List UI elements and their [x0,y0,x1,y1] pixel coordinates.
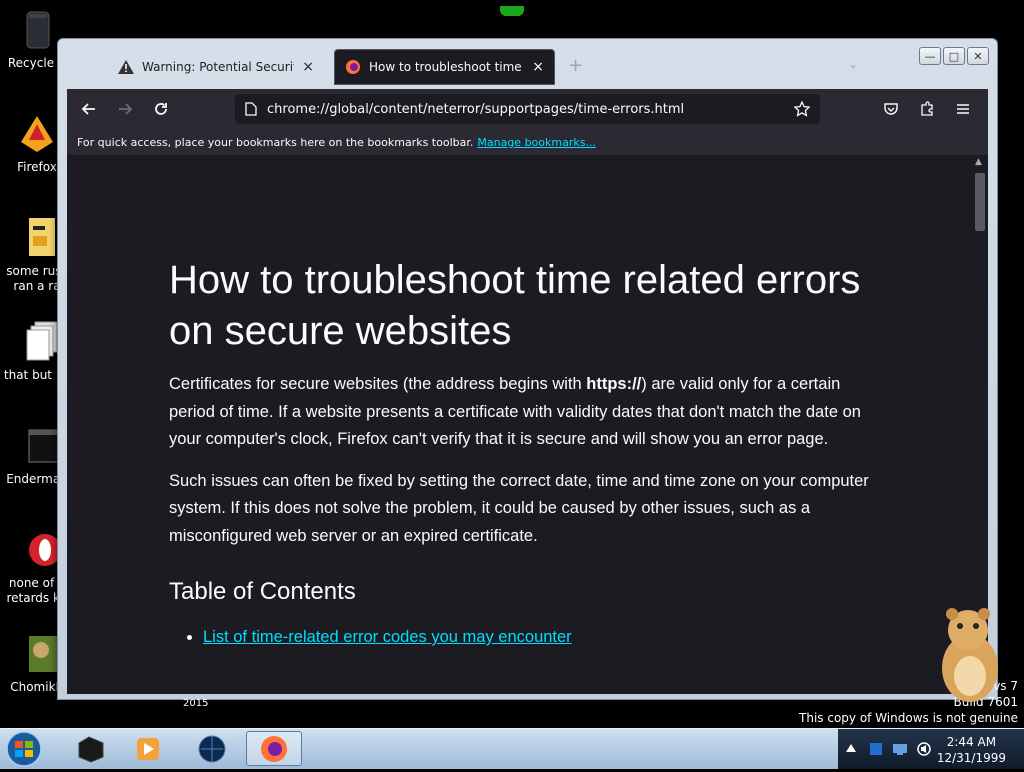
intro-text-start: Certificates for secure websites (the ad… [169,375,587,393]
tab-close-button[interactable]: × [532,59,544,75]
tab-time-errors[interactable]: How to troubleshoot time related errors … [334,49,555,85]
maximize-button[interactable]: □ [943,47,965,65]
https-keyword: https:// [586,375,642,393]
toc-item: List of time-related error codes you may… [203,628,879,647]
tab-title: Warning: Potential Security Risk Ahead [142,60,294,74]
manage-bookmarks-link[interactable]: Manage bookmarks... [477,136,596,149]
bookmarks-toolbar: For quick access, place your bookmarks h… [67,129,988,155]
window-icon [15,424,60,468]
extensions-button[interactable] [915,97,939,121]
intro-paragraph: Certificates for secure websites (the ad… [169,371,879,454]
show-hidden-icons-icon[interactable] [846,744,856,752]
tray-shield-icon[interactable] [868,741,884,757]
firefox-icon [261,735,287,762]
opera-icon [15,528,61,572]
media-player-icon [137,737,159,760]
pocket-icon [884,103,898,115]
minimize-button[interactable]: — [919,47,941,65]
article: How to troubleshoot time related errors … [169,255,879,647]
forward-button[interactable] [113,97,137,121]
navigation-toolbar: chrome://global/content/neterror/support… [67,89,988,129]
fix-paragraph: Such issues can often be fixed by settin… [169,471,869,545]
tab-title: How to troubleshoot time related errors [369,60,524,74]
taskbar-app-terminal[interactable] [62,731,118,766]
firefox-favicon-icon [346,60,360,74]
back-button[interactable] [77,97,101,121]
taskbar-app-media-player[interactable] [120,731,176,766]
hamster-app-icon [15,632,59,676]
bookmarks-hint-text: For quick access, place your bookmarks h… [77,135,474,149]
reload-icon [155,103,167,115]
close-window-button[interactable]: ✕ [967,47,989,65]
tab-security-warning[interactable]: Warning: Potential Security Risk Ahead × [108,49,324,85]
list-all-tabs-button[interactable]: ⌄ [848,57,858,71]
window-controls: — □ ✕ [919,47,989,65]
clock-time: 2:44 AM [946,735,997,749]
firefox-window: — □ ✕ Warning: Potential Security Risk A… [57,38,998,700]
forward-arrow-icon [119,103,133,115]
scroll-thumb[interactable] [975,173,985,231]
firefox-shortcut-icon [15,112,59,156]
scroll-up-arrow-icon[interactable]: ▲ [975,157,982,167]
warning-icon [118,60,134,74]
page-content: How to troubleshoot time related errors … [67,155,988,694]
globe-icon [198,735,226,762]
volume-icon[interactable] [916,741,932,757]
page-title: How to troubleshoot time related errors … [169,258,861,353]
file-icon [15,216,59,260]
watermark-line-3: This copy of Windows is not genuine [799,711,1018,725]
windows-orb-icon [6,731,42,767]
gamepad-logo-icon [500,6,524,16]
taskbar-app-firefox[interactable] [246,731,302,766]
pocket-button[interactable] [879,97,903,121]
app-menu-button[interactable] [951,97,975,121]
address-bar[interactable]: chrome://global/content/neterror/support… [235,94,820,124]
desktop-year-text: 2015 [183,698,209,709]
taskbar-app-globe[interactable] [184,731,240,766]
clock-date: 12/31/1999 [936,751,1006,765]
network-icon[interactable] [892,741,908,757]
system-tray: 2:44 AM 12/31/1999 [838,729,1024,769]
reload-button[interactable] [149,97,173,121]
start-button[interactable] [3,730,45,768]
toc-heading: Table of Contents [169,578,356,605]
back-arrow-icon [81,103,95,115]
hamburger-menu-icon [957,104,969,114]
bookmark-star-icon[interactable] [794,101,810,117]
new-tab-button[interactable]: + [568,55,583,76]
taskbar: 2:44 AM 12/31/1999 [0,728,1024,769]
black-box-app-icon [78,735,104,763]
toc-list: List of time-related error codes you may… [169,628,879,647]
recycle-bin-icon [15,8,59,52]
tab-close-button[interactable]: × [302,59,314,75]
url-text[interactable]: chrome://global/content/neterror/support… [267,102,784,117]
folder-icon [15,320,59,364]
clock[interactable]: 2:44 AM 12/31/1999 [937,734,1006,766]
page-icon [245,102,257,116]
hamster-sticker-icon [942,608,998,702]
puzzle-icon [921,101,933,116]
toc-link-error-codes[interactable]: List of time-related error codes you may… [203,628,572,646]
